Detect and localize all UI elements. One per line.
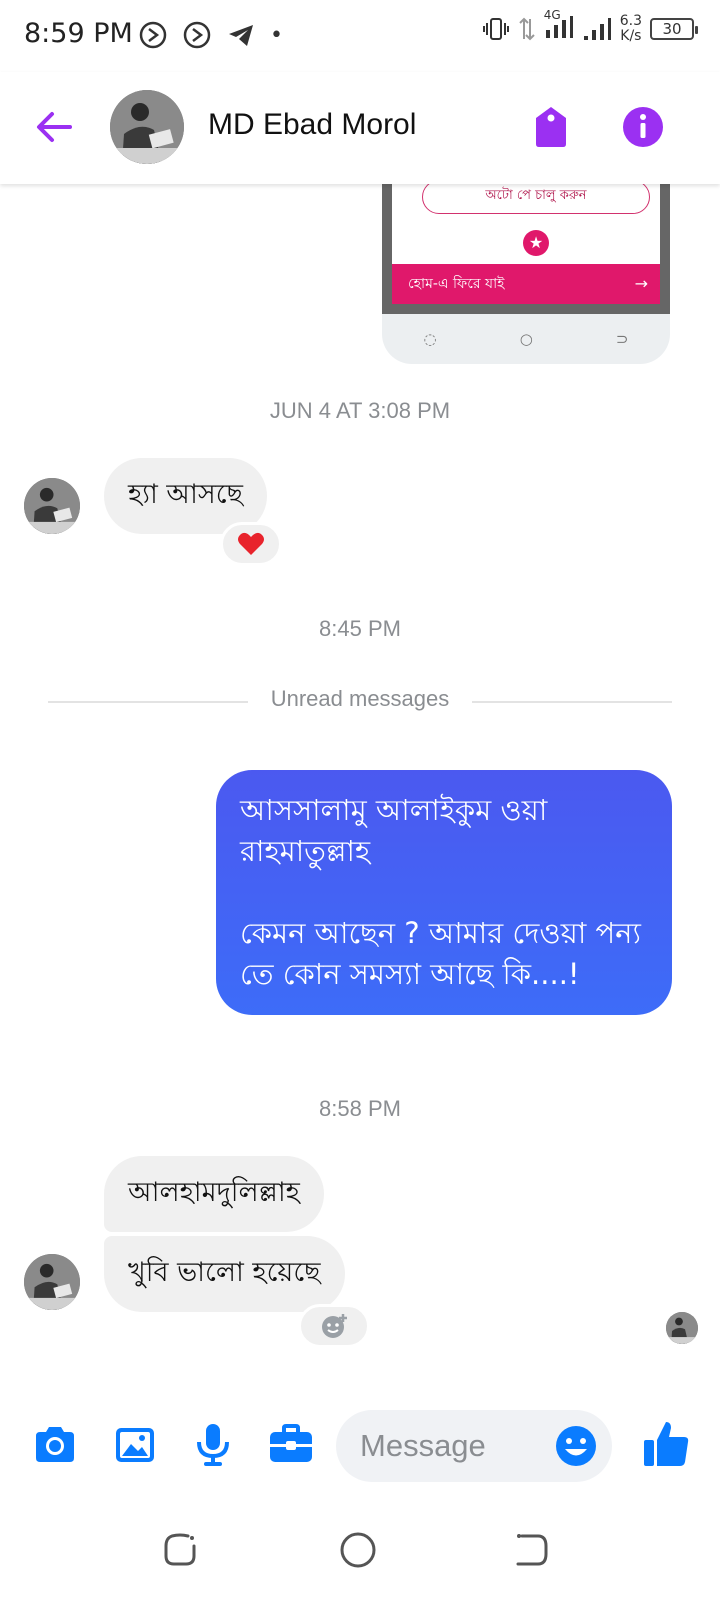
- sender-avatar[interactable]: [24, 478, 80, 534]
- thumbs-up-icon[interactable]: [640, 1418, 692, 1470]
- emoji-icon[interactable]: [554, 1424, 598, 1468]
- sync-icon: [183, 21, 211, 49]
- battery-level: 30: [662, 20, 682, 38]
- message-list[interactable]: অটো পে চালু করুন ★ হোম-এ ফিরে যাই → ◌ ○ …: [0, 184, 720, 1396]
- more-notifications-dot: •: [270, 22, 283, 48]
- incoming-message[interactable]: খুবি ভালো হয়েছে: [104, 1236, 345, 1312]
- telegram-icon: [229, 25, 253, 46]
- incoming-message[interactable]: আলহামদুলিল্লাহ: [104, 1156, 324, 1232]
- add-reaction-button[interactable]: [298, 1304, 370, 1348]
- avatar-photo-icon: [110, 90, 184, 164]
- back-icon[interactable]: [510, 1528, 554, 1572]
- timestamp: JUN 4 AT 3:08 PM: [269, 398, 451, 423]
- attachment-autopay-text: অটো পে চালু করুন: [422, 184, 650, 214]
- avatar-photo-icon: [666, 1312, 698, 1344]
- status-bar: 8:59 PM • 4G 6.3 K/s 30: [0, 0, 720, 72]
- home-icon[interactable]: [336, 1528, 380, 1572]
- unread-label: Unread messages: [270, 686, 450, 711]
- attachment-navbar: ◌ ○ ⊃: [382, 314, 670, 364]
- attachment-home-bar: হোম-এ ফিরে যাই →: [392, 264, 660, 304]
- timestamp: 8:45 PM: [319, 616, 401, 641]
- battery-icon: 30: [650, 18, 698, 40]
- arrow-right-icon: →: [634, 274, 648, 293]
- sync-icon: [139, 21, 167, 49]
- net-speed: 6.3 K/s: [619, 13, 642, 44]
- unread-divider: Unread messages: [48, 686, 672, 716]
- briefcase-icon[interactable]: [266, 1420, 316, 1470]
- system-nav-bar: [0, 1500, 720, 1600]
- data-arrows-icon: [519, 17, 535, 41]
- recent-apps-icon[interactable]: [158, 1528, 202, 1572]
- tag-icon[interactable]: [528, 104, 574, 150]
- status-right: 4G 6.3 K/s 30: [482, 8, 698, 44]
- seen-receipt-avatar: [666, 1312, 698, 1344]
- back-icon: ⊃: [615, 330, 629, 348]
- home-circle-icon: ○: [519, 330, 533, 348]
- star-icon: ★: [523, 230, 549, 256]
- gallery-icon[interactable]: [110, 1420, 160, 1470]
- add-reaction-icon: [322, 1314, 347, 1338]
- vibrate-icon: [482, 18, 509, 40]
- avatar-photo-icon: [24, 478, 80, 534]
- sender-avatar[interactable]: [24, 1254, 80, 1310]
- composer-bar: [0, 1396, 720, 1496]
- reaction-badge[interactable]: [220, 522, 282, 566]
- camera-icon[interactable]: [30, 1420, 80, 1470]
- info-icon[interactable]: [620, 104, 666, 150]
- chat-header: MD Ebad Morol: [0, 72, 720, 184]
- status-time: 8:59 PM: [24, 18, 133, 49]
- contact-avatar[interactable]: [110, 90, 184, 164]
- recent-icon: ◌: [423, 330, 437, 348]
- signal-icon: [583, 18, 611, 40]
- timestamp: 8:58 PM: [319, 1096, 401, 1121]
- image-attachment[interactable]: অটো পে চালু করুন ★ হোম-এ ফিরে যাই → ◌ ○ …: [382, 184, 670, 364]
- back-arrow-icon[interactable]: [30, 102, 80, 152]
- heart-icon: [238, 532, 264, 555]
- avatar-photo-icon: [24, 1254, 80, 1310]
- network-type: 4G: [543, 8, 561, 22]
- microphone-icon[interactable]: [188, 1420, 238, 1470]
- contact-name[interactable]: MD Ebad Morol: [208, 108, 416, 142]
- notification-icons: •: [138, 20, 283, 50]
- outgoing-message[interactable]: আসসালামু আলাইকুম ওয়া রাহমাতুল্লাহ কেমন …: [216, 770, 672, 1015]
- attachment-home-text: হোম-এ ফিরে যাই: [408, 276, 505, 292]
